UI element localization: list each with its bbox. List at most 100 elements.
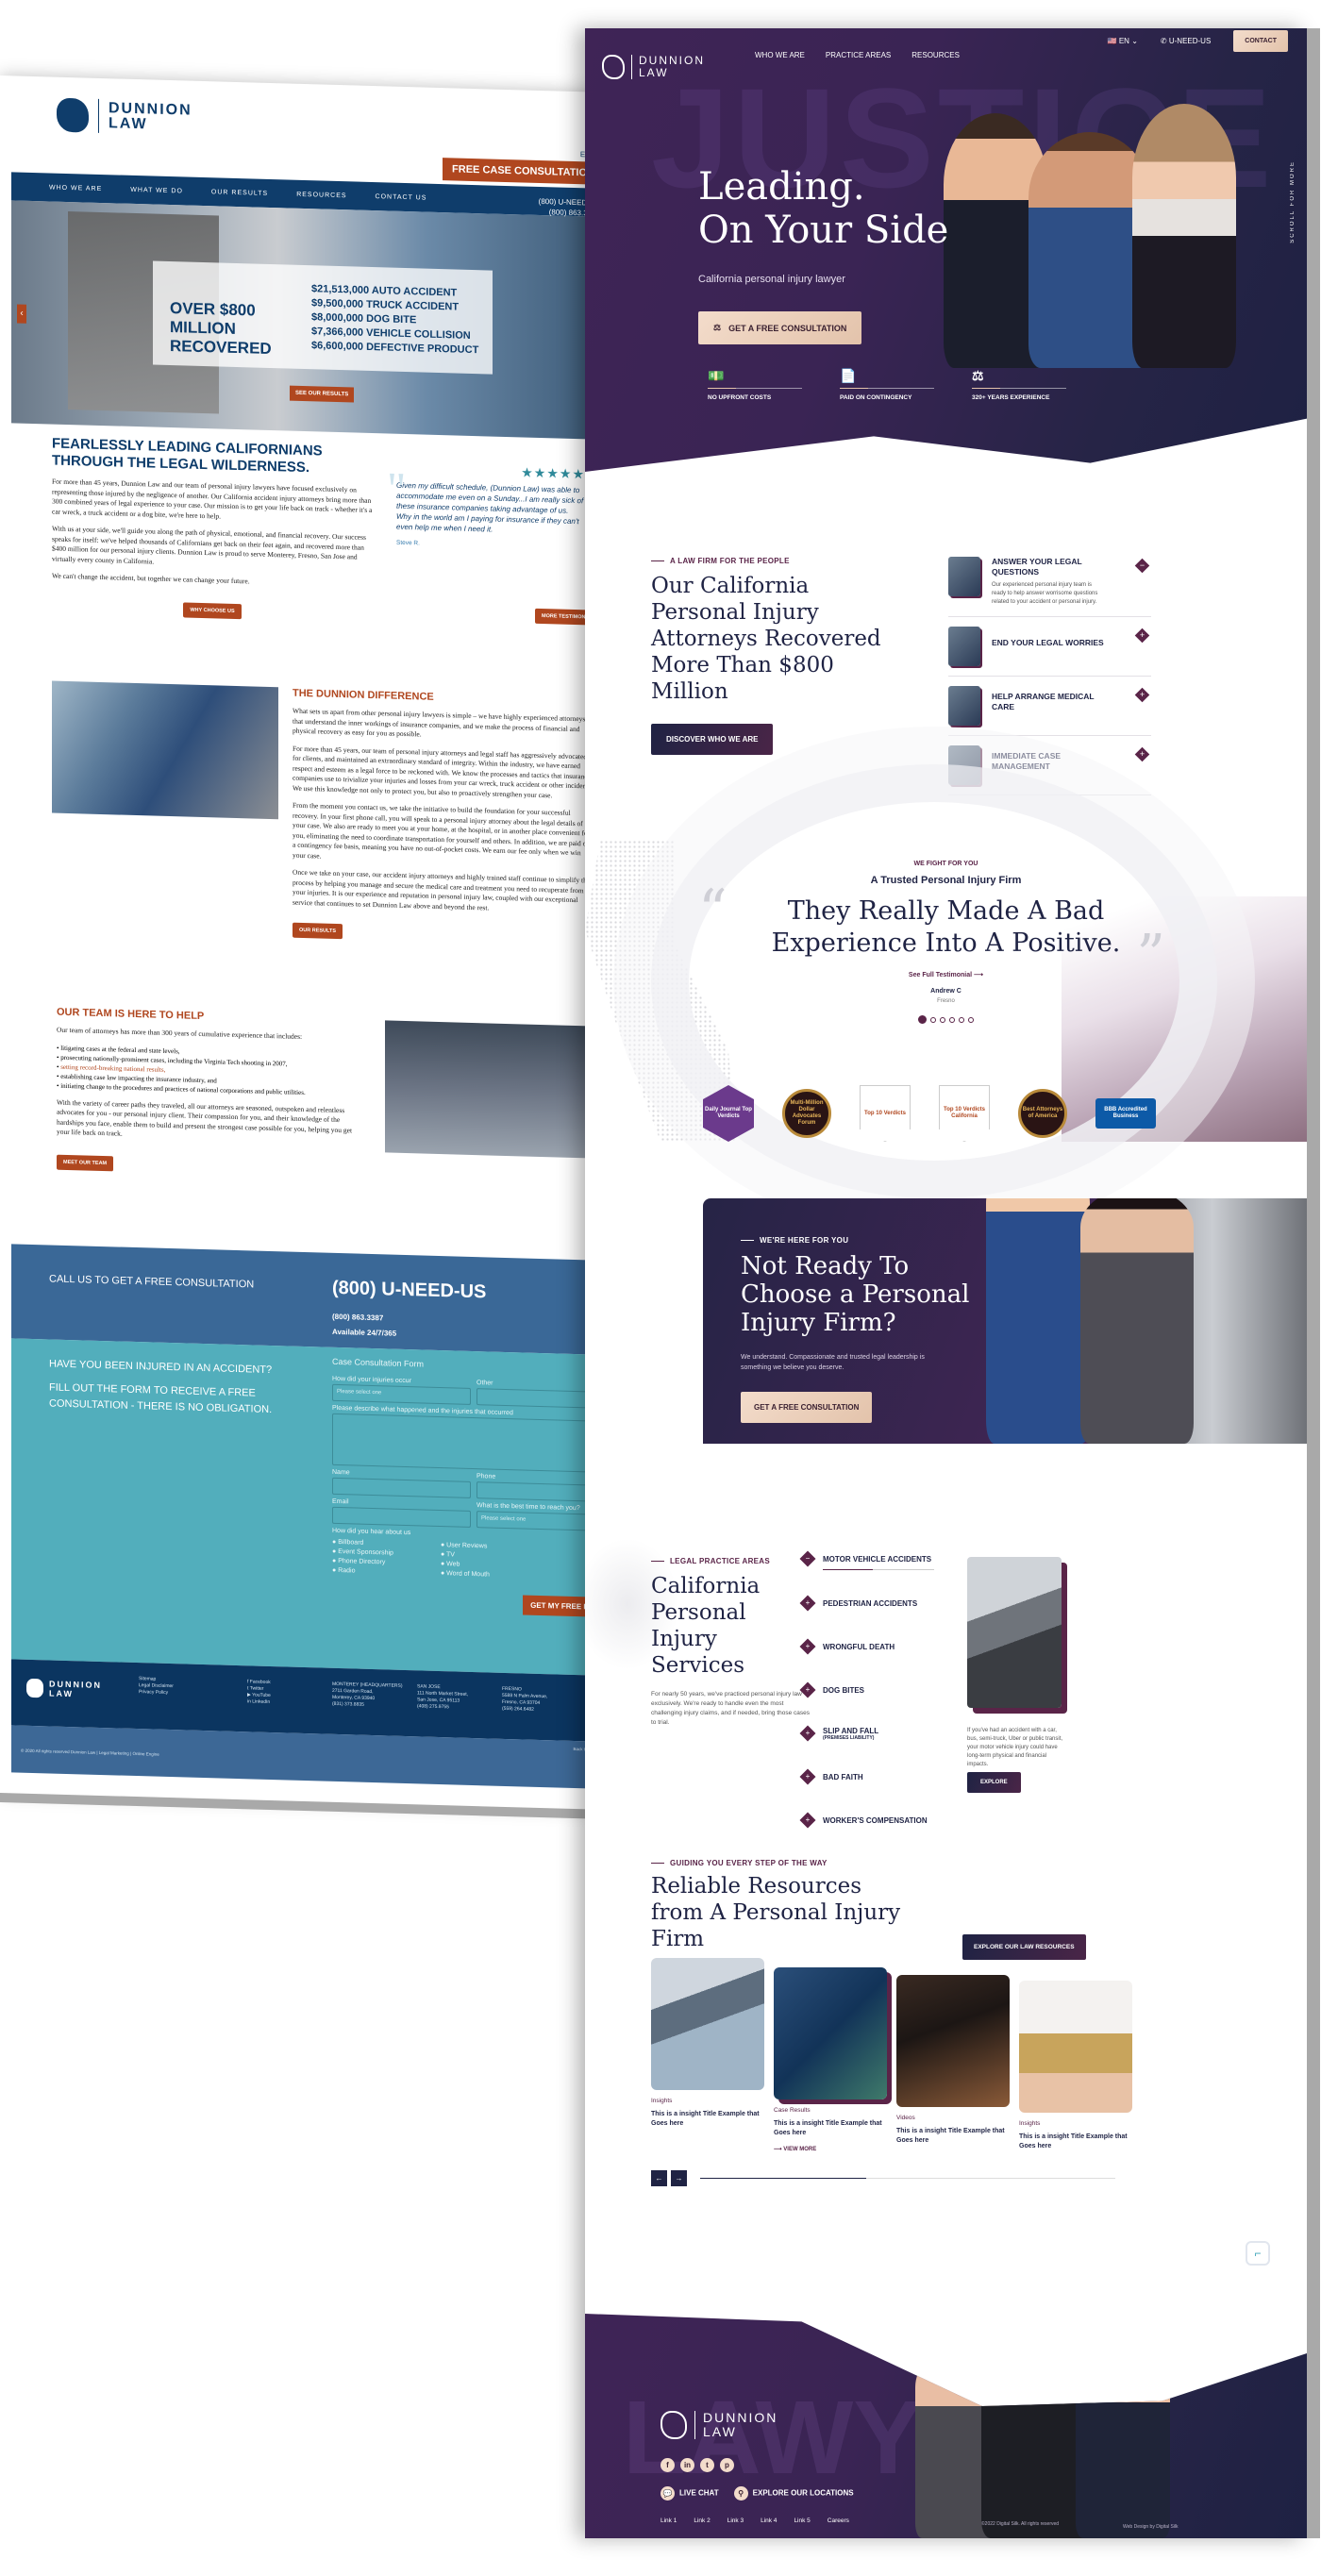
injury-cause-select[interactable]: Please select one — [332, 1383, 471, 1405]
web-design-credit[interactable]: Web Design by Digital Silk — [1123, 2524, 1179, 2530]
plus-icon[interactable]: + — [1134, 627, 1150, 644]
pinterest-icon[interactable]: p — [720, 2458, 734, 2472]
discover-who-we-are-button[interactable]: DISCOVER WHO WE ARE — [651, 724, 774, 755]
linkedin-icon[interactable]: in — [680, 2458, 694, 2472]
explore-locations-link[interactable]: ⚲ EXPLORE OUR LOCATIONS — [733, 2486, 854, 2501]
social-linkedin[interactable]: in LinkedIn — [247, 1698, 271, 1706]
not-ready-consultation-button[interactable]: GET A FREE CONSULTATION — [741, 1392, 873, 1423]
arrow-right-icon[interactable]: → — [671, 2170, 687, 2186]
office-phone[interactable]: (831) 373.8835 — [332, 1701, 403, 1710]
language-selector[interactable]: 🇺🇸 EN ⌄ — [1108, 37, 1138, 45]
practice-item[interactable]: − MOTOR VEHICLE ACCIDENTS — [799, 1538, 934, 1581]
office-monterey: MONTEREY (HEADQUARTERS) 2711 Garden Road… — [332, 1681, 403, 1710]
office-phone[interactable]: (408) 275.9755 — [417, 1703, 468, 1712]
resource-card[interactable]: Insights This is a insight Title Example… — [651, 1958, 764, 2152]
see-our-results-button[interactable]: SEE OUR RESULTS — [290, 385, 355, 403]
carousel-dot[interactable] — [918, 1015, 927, 1024]
practice-item[interactable]: + SLIP AND FALL (PREMISES LIABILITY) — [799, 1712, 934, 1755]
nav-practice-areas[interactable]: PRACTICE AREAS — [826, 51, 891, 59]
call-banner: CALL US TO GET A FREE CONSULTATION (800)… — [11, 1244, 604, 1355]
footer-link[interactable]: Link 3 — [727, 2517, 744, 2524]
practice-item[interactable]: + WRONGFUL DEATH — [799, 1625, 934, 1668]
practice-label: MOTOR VEHICLE ACCIDENTS — [823, 1555, 931, 1564]
email-input[interactable] — [332, 1506, 471, 1528]
practice-item[interactable]: + PEDESTRIAN ACCIDENTS — [799, 1581, 934, 1625]
minus-icon[interactable]: − — [799, 1550, 816, 1567]
old-logo[interactable]: DUNNION LAW — [57, 97, 192, 136]
old-footer-logo[interactable]: DUNNION LAW — [26, 1678, 102, 1699]
carousel-dot[interactable] — [940, 1016, 945, 1023]
carousel-dot[interactable] — [949, 1016, 955, 1023]
minus-icon[interactable]: − — [1134, 558, 1150, 574]
call-vanity-number[interactable]: (800) U-NEED-US — [332, 1278, 486, 1304]
carousel-progress[interactable] — [700, 2178, 1115, 2179]
facebook-icon[interactable]: f — [660, 2458, 675, 2472]
accordion-item[interactable]: END YOUR LEGAL WORRIES + — [948, 617, 1151, 677]
scroll-for-more-indicator[interactable]: SCROLL FOR MORE — [1290, 160, 1296, 243]
plus-icon[interactable]: + — [799, 1725, 816, 1742]
name-input[interactable] — [332, 1477, 471, 1498]
plus-icon[interactable]: + — [799, 1768, 816, 1785]
new-logo[interactable]: DUNNION LAW — [602, 55, 705, 79]
carousel-dot[interactable] — [930, 1016, 936, 1023]
call-number[interactable]: (800) 863.3387 — [332, 1310, 396, 1327]
accordion-item[interactable]: HELP ARRANGE MEDICAL CARE + — [948, 677, 1151, 736]
live-chat-link[interactable]: 💬 LIVE CHAT — [660, 2486, 719, 2501]
footer-link[interactable]: Link 1 — [660, 2517, 677, 2524]
radio-option[interactable]: ● Word of Mouth — [441, 1569, 490, 1580]
radio-option[interactable]: ● Radio — [332, 1566, 393, 1578]
nav-who-we-are[interactable]: WHO WE ARE — [755, 51, 805, 59]
accordion-item[interactable]: ANSWER YOUR LEGAL QUESTIONS Our experienc… — [948, 547, 1151, 617]
plus-icon[interactable]: + — [799, 1638, 816, 1655]
footer-link[interactable]: Link 5 — [794, 2517, 810, 2524]
plus-icon[interactable]: + — [799, 1812, 816, 1829]
contact-button[interactable]: CONTACT — [1233, 30, 1288, 52]
accordion-item[interactable]: IMMEDIATE CASE MANAGEMENT + — [948, 736, 1151, 795]
footer-attorneys-photo — [915, 2314, 1170, 2538]
header-phone-link[interactable]: ✆ U-NEED-US — [1161, 37, 1211, 45]
footer-link-careers[interactable]: Careers — [828, 2517, 849, 2524]
chat-widget-icon[interactable]: ⌐ — [1246, 2241, 1270, 2266]
resource-card[interactable]: Case Results This is a insight Title Exa… — [774, 1967, 887, 2152]
meet-our-team-button[interactable]: MEET OUR TEAM — [57, 1154, 114, 1171]
old-nav-resources[interactable]: RESOURCES — [296, 191, 346, 198]
practice-item[interactable]: + BAD FAITH — [799, 1755, 934, 1798]
practice-item[interactable]: + DOG BITES — [799, 1668, 934, 1712]
why-choose-us-button[interactable]: WHY CHOOSE US — [183, 601, 242, 619]
carousel-dot[interactable] — [959, 1016, 964, 1023]
footer-logo[interactable]: DUNNION LAW — [660, 2411, 778, 2439]
carousel-prev-icon[interactable]: ‹ — [17, 304, 26, 324]
explore-law-resources-button[interactable]: EXPLORE OUR LAW RESOURCES — [962, 1934, 1086, 1960]
resource-card[interactable]: Videos This is a insight Title Example t… — [896, 1975, 1010, 2152]
describe-textarea[interactable] — [332, 1413, 604, 1474]
plus-icon[interactable]: + — [799, 1681, 816, 1698]
footer-link[interactable]: Link 2 — [694, 2517, 710, 2524]
us-flag-icon: 🇺🇸 — [1107, 37, 1117, 45]
plus-icon[interactable]: + — [1134, 687, 1150, 703]
old-nav-who-we-are[interactable]: WHO WE ARE — [49, 184, 102, 192]
old-hero-banner: ‹ OVER $800 MILLION RECOVERED $21,513,00… — [11, 200, 604, 440]
practice-item[interactable]: + WORKER'S COMPENSATION — [799, 1798, 934, 1842]
nav-resources[interactable]: RESOURCES — [911, 51, 960, 59]
our-results-button[interactable]: OUR RESULTS — [293, 922, 343, 940]
office-phone[interactable]: (559) 264.6482 — [502, 1706, 547, 1714]
plus-icon[interactable]: + — [1134, 746, 1150, 762]
resource-card[interactable]: Insights This is a insight Title Example… — [1019, 1981, 1132, 2152]
explore-button[interactable]: EXPLORE — [967, 1772, 1021, 1793]
intro-left: A LAW FIRM FOR THE PEOPLE Our California… — [651, 557, 906, 755]
view-more-link[interactable]: ⟶ VIEW MORE — [774, 2146, 887, 2152]
old-nav-what-we-do[interactable]: WHAT WE DO — [130, 186, 183, 194]
arrow-left-icon[interactable]: ← — [651, 2170, 667, 2186]
footer-link[interactable]: Link 4 — [761, 2517, 777, 2524]
old-nav-our-results[interactable]: OUR RESULTS — [211, 189, 268, 197]
see-full-testimonial-link[interactable]: See Full Testimonial ⟶ — [585, 971, 1307, 979]
twitter-icon[interactable]: t — [700, 2458, 714, 2472]
brand-line2: LAW — [639, 66, 669, 79]
old-free-case-consultation-button[interactable]: FREE CASE CONSULTATION — [443, 158, 604, 185]
plus-icon[interactable]: + — [799, 1595, 816, 1612]
old-nav-contact-us[interactable]: CONTACT US — [376, 193, 427, 202]
radio-label: Radio — [338, 1567, 356, 1575]
carousel-dot[interactable] — [968, 1016, 974, 1023]
footer-link-privacy[interactable]: Privacy Policy — [139, 1689, 174, 1697]
hero-free-consultation-button[interactable]: ⚖ GET A FREE CONSULTATION — [698, 311, 862, 344]
